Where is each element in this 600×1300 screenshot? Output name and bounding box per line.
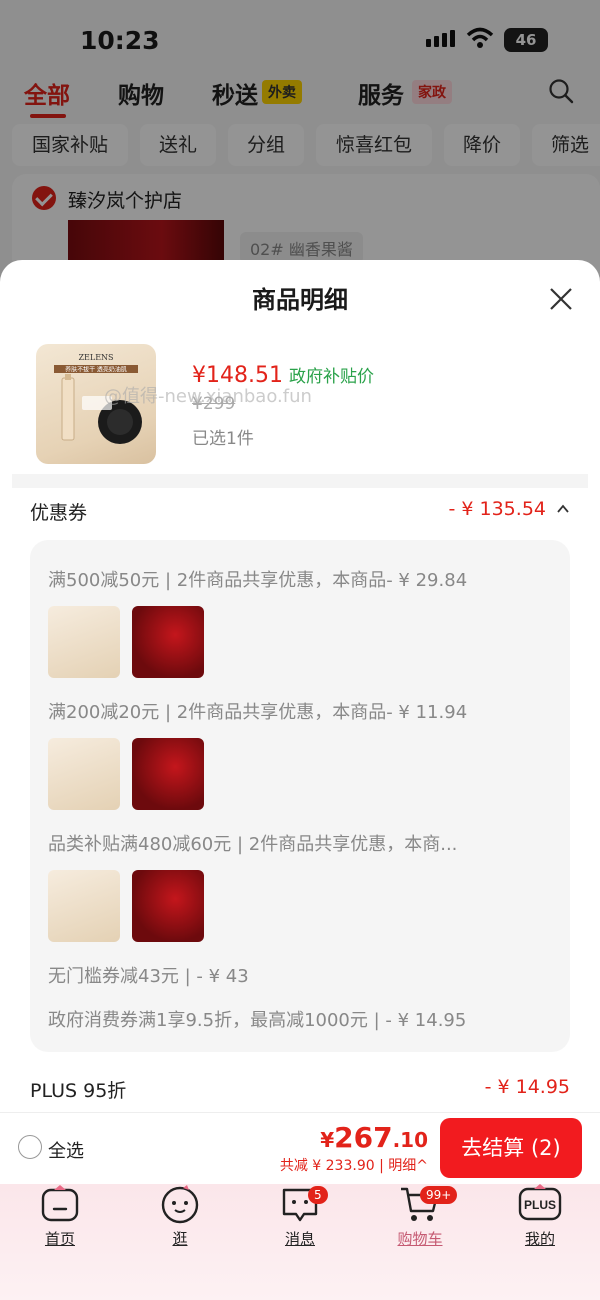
product-thumb-lipstick — [132, 738, 204, 810]
face-icon — [161, 1185, 199, 1224]
total-price-integer: 267 — [334, 1121, 393, 1154]
coupon-details: 满500减50元 | 2件商品共享优惠，本商品- ¥ 29.84 满200减20… — [30, 540, 570, 1052]
plus-discount-label: PLUS 95折 — [30, 1080, 127, 1102]
tab-label: 逛 — [172, 1230, 188, 1248]
select-all-label[interactable]: 全选 — [48, 1137, 84, 1163]
select-all-checkbox[interactable] — [18, 1135, 42, 1159]
watermark: @值得-new.xianbao.fun — [104, 386, 312, 407]
chevron-up-icon[interactable] — [556, 502, 570, 516]
tab-cart[interactable]: 99+ 购物车 — [370, 1184, 470, 1254]
tab-label: 购物车 — [397, 1230, 443, 1248]
tab-label: 消息 — [284, 1230, 315, 1248]
coupon-line: 无门槛券减43元 | - ¥ 43 — [48, 966, 249, 987]
discount-summary[interactable]: 共减 ¥ 233.90 | 明细^ — [280, 1155, 428, 1175]
bottom-tab-bar: 首页 逛 5 消息 99+ 购物车 PLUS 我的 — [0, 1184, 600, 1300]
close-icon[interactable] — [546, 284, 576, 314]
coupon-line: 政府消费券满1享9.5折，最高减1000元 | - ¥ 14.95 — [48, 1010, 467, 1031]
total-price-symbol: ¥ — [320, 1128, 335, 1152]
sheet-title: 商品明细 — [252, 286, 348, 314]
coupon-label: 优惠券 — [30, 502, 88, 524]
coupon-line: 满500减50元 | 2件商品共享优惠，本商品- ¥ 29.84 — [48, 570, 468, 591]
plus-member-icon: PLUS — [518, 1184, 562, 1221]
plus-discount-amount: - ¥ 14.95 — [484, 1076, 570, 1098]
product-thumb-lipstick — [132, 870, 204, 942]
section-divider — [12, 474, 588, 488]
product-thumb-foundation — [48, 606, 120, 678]
tab-label: 我的 — [524, 1230, 555, 1248]
tab-messages[interactable]: 5 消息 — [250, 1184, 350, 1254]
message-badge: 5 — [308, 1186, 328, 1204]
coupon-line: 满200减20元 | 2件商品共享优惠，本商品- ¥ 11.94 — [48, 702, 468, 723]
product-thumb-foundation — [48, 870, 120, 942]
product-brand: ZELENS — [78, 353, 113, 362]
product-thumb-foundation — [48, 738, 120, 810]
product-thumb-lipstick — [132, 606, 204, 678]
tab-me[interactable]: PLUS 我的 — [490, 1184, 590, 1254]
home-icon — [41, 1185, 79, 1222]
total-price-decimal: .10 — [392, 1128, 428, 1152]
total-price: ¥267.10 — [320, 1121, 428, 1154]
product-slogan: 养肤不拔干 透亮奶油肌 — [65, 366, 127, 374]
tab-home[interactable]: 首页 — [10, 1184, 110, 1254]
coupon-total[interactable]: - ¥ 135.54 — [448, 498, 546, 520]
tab-explore[interactable]: 逛 — [130, 1184, 230, 1254]
tab-label: 首页 — [44, 1230, 75, 1248]
coupon-line: 品类补贴满480减60元 | 2件商品共享优惠，本商... — [48, 834, 458, 855]
plus-icon-text: PLUS — [524, 1198, 556, 1212]
selected-count: 已选1件 — [192, 429, 254, 449]
checkout-bar: 全选 ¥267.10 共减 ¥ 233.90 | 明细^ 去结算 (2) — [0, 1112, 600, 1184]
checkout-button[interactable]: 去结算 (2) — [440, 1118, 582, 1178]
cart-badge: 99+ — [420, 1186, 458, 1204]
